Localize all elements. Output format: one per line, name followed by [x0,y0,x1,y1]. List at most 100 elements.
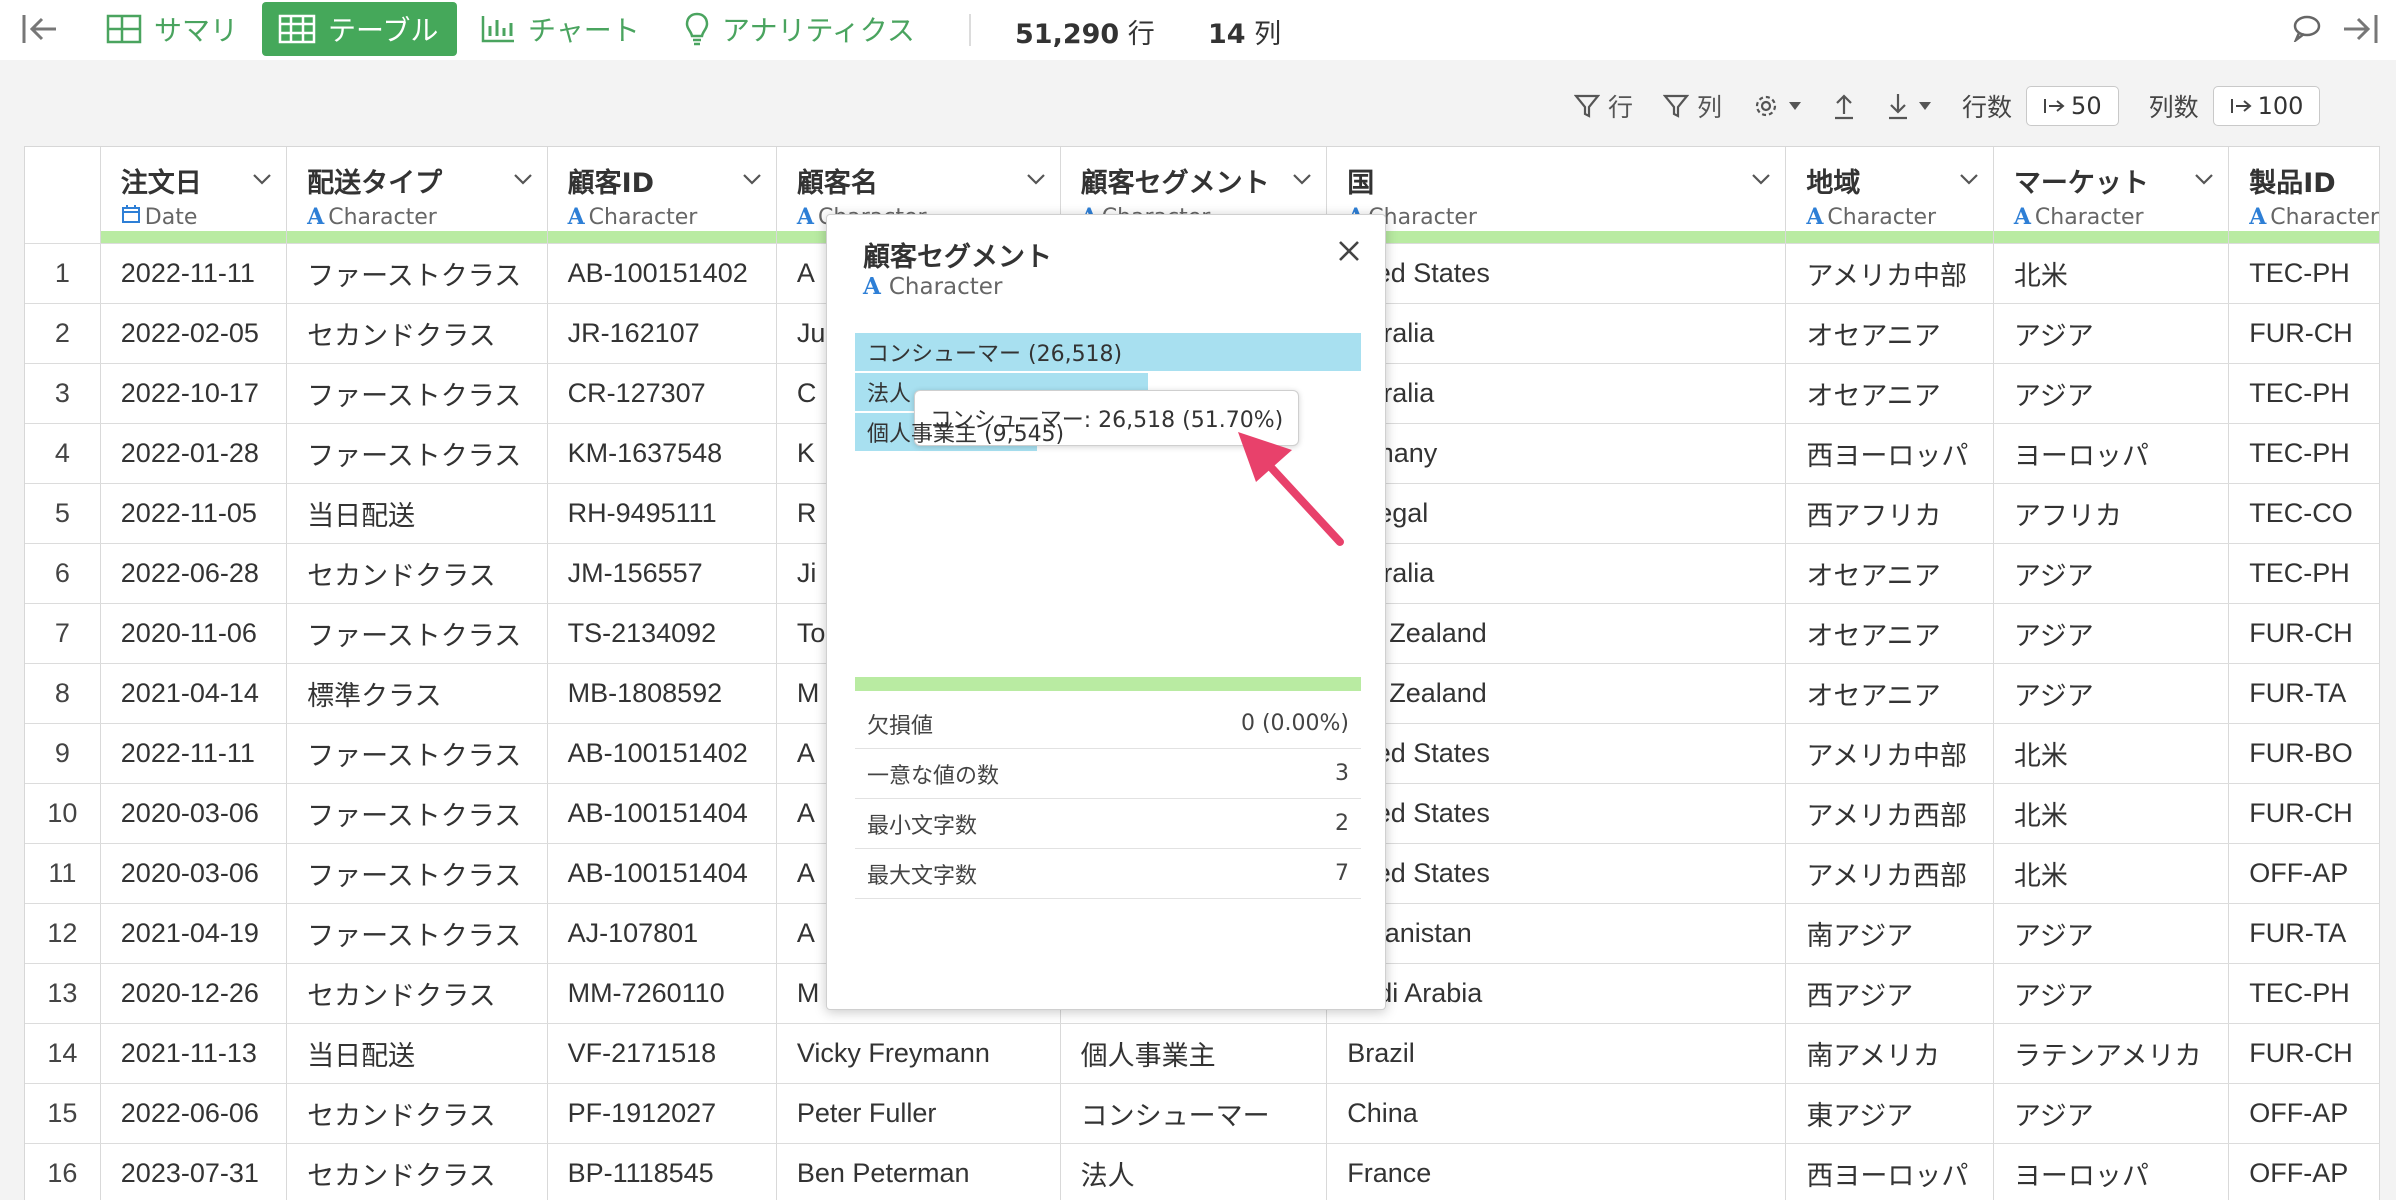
category-bar[interactable]: コンシューマー (26,518) [855,333,1361,371]
table-cell: オセアニア [1785,543,1994,604]
table-cell: 2020-03-06 [100,843,288,904]
stat-value: 2 [1335,811,1349,836]
table-cell: アメリカ中部 [1785,243,1994,304]
table-cell: VF-2171518 [547,1023,777,1084]
cols-limit-input[interactable]: 100 [2212,86,2321,126]
row-number-header [25,147,101,244]
table-cell: セカンドクラス [286,1083,548,1144]
tab-table[interactable]: テーブル [262,2,457,56]
cols-count: 14 [1207,19,1246,50]
table-cell: 北米 [1993,723,2230,784]
table-cell: audi Arabia [1326,963,1787,1024]
rows-limit-input[interactable]: 50 [2026,86,2119,126]
settings-button[interactable] [1752,92,1802,120]
table-cell: TEC-PH [2228,363,2380,424]
table-cell: FUR-BO [2228,723,2380,784]
row-number: 4 [25,423,101,484]
column-title: 製品ID [2249,168,2336,199]
arrow-to-icon [2044,99,2065,113]
chevron-down-icon[interactable] [1751,171,1771,190]
table-cell: OFF-AP [2228,1083,2380,1144]
table-cell: FUR-CH [2228,303,2380,364]
column-header[interactable]: 配送タイプ A Character [286,147,548,244]
table-cell: 2021-04-14 [100,663,288,724]
table-cell: Vicky Freymann [776,1023,1061,1084]
chevron-down-icon[interactable] [2194,171,2214,190]
table-cell: 南アジア [1785,903,1994,964]
download-button[interactable] [1886,92,1932,120]
gear-icon [1755,95,1777,117]
table-cell: ファーストクラス [286,603,548,664]
column-title: 顧客名 [796,168,878,199]
collapse-left-icon[interactable] [20,12,64,48]
upload-button[interactable] [1832,92,1856,120]
column-header[interactable]: 地域 A Character [1785,147,1994,244]
table-cell: 北米 [1993,783,2230,844]
column-profile-bar [287,230,547,243]
popup-type-label: Character [888,273,1003,300]
caret-down-icon [1789,102,1802,110]
row-number: 7 [25,603,101,664]
tab-summary-label: サマリ [154,14,239,47]
calendar-icon [121,204,141,230]
table-cell: 2022-06-06 [100,1083,288,1144]
column-header[interactable]: 顧客ID A Character [547,147,777,244]
table-cell: BP-1118545 [547,1143,777,1200]
column-profile-bar [1786,230,1993,243]
rows-count: 51,290 [1015,19,1120,50]
column-profile-popup: 顧客セグメント A Character コンシューマー (26,518) 法人 個人… [826,214,1386,1010]
table-cell: アジア [1993,363,2230,424]
tab-analytics[interactable]: アナリティクス [668,2,931,56]
chevron-down-icon[interactable] [742,171,762,190]
table-cell: Brazil [1326,1023,1787,1084]
table-cell: アメリカ西部 [1785,783,1994,844]
popup-title: 顧客セグメント [863,242,1052,273]
tab-chart[interactable]: チャート [464,2,656,56]
table-cell: 2022-11-05 [100,483,288,544]
chevron-down-icon[interactable] [1959,171,1979,190]
tab-chart-label: チャート [528,14,640,47]
chevron-down-icon[interactable] [1026,171,1046,190]
column-header[interactable]: マーケット A Character [1993,147,2230,244]
col-filter-button[interactable]: 列 [1663,88,1722,124]
row-number: 9 [25,723,101,784]
arrow-up-icon [1835,94,1854,120]
rows-limit-label: 行数 [1962,93,2013,122]
table-cell: ファーストクラス [286,843,548,904]
table-cell: AJ-107801 [547,903,777,964]
close-icon[interactable] [1335,237,1363,269]
comment-icon[interactable] [2292,14,2322,46]
collapse-right-icon[interactable] [2340,12,2380,50]
column-type-label: Character [1827,204,1937,230]
table-cell: ヨーロッパ [1993,1143,2230,1200]
table-cell: アメリカ西部 [1785,843,1994,904]
table-cell: nited States [1326,243,1787,304]
cols-limit-label: 列数 [2148,93,2199,122]
table-cell: 2023-07-31 [100,1143,288,1200]
chevron-down-icon[interactable] [513,171,533,190]
tab-summary[interactable]: サマリ [90,2,254,56]
column-type-label: Character [2270,204,2379,230]
chevron-down-icon[interactable] [252,171,272,190]
category-bar-label: コンシューマー (26,518) [867,342,1123,367]
row-number: 2 [25,303,101,364]
caret-down-icon [1919,102,1932,110]
table-cell: MB-1808592 [547,663,777,724]
table-grid-icon [278,14,316,44]
table-cell: アジア [1993,963,2230,1024]
column-header[interactable]: 国 ACharacter [1326,147,1787,244]
filter-icon [1574,94,1600,118]
table-cell: ew Zealand [1326,603,1787,664]
table-cell: ustralia [1326,303,1787,364]
row-number: 6 [25,543,101,604]
cols-unit: 列 [1254,19,1282,50]
column-header[interactable]: 製品ID A Character [2228,147,2380,244]
table-cell: TEC-PH [2228,423,2380,484]
chevron-down-icon[interactable] [1292,171,1312,190]
tab-table-label: テーブル [328,14,439,47]
row-number: 5 [25,483,101,544]
table-row: 15 2022-06-06 セカンドクラス PF-1912027 Peter Fulle… [25,1083,2380,1144]
row-filter-button[interactable]: 行 [1574,88,1633,124]
column-header[interactable]: 注文日 Date [100,147,288,244]
column-type: ACharacter [2249,204,2379,230]
